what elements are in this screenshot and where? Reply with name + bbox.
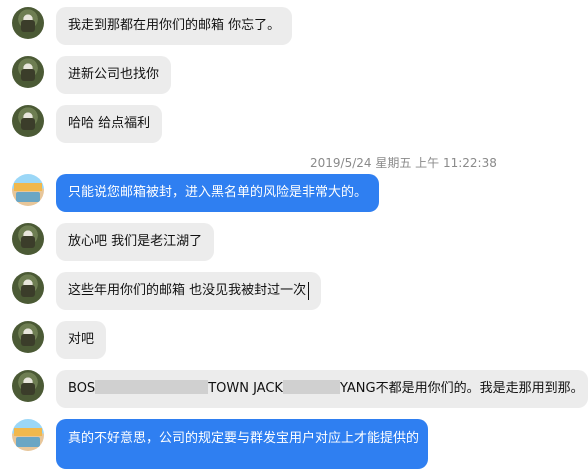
user-avatar-icon[interactable] (12, 223, 44, 255)
message-bubble[interactable]: 我走到那都在用你们的邮箱 你忘了。 (56, 7, 293, 45)
message-bubble[interactable]: BOS TOWN JACK YANG不都是用你们的。我是走那用到那。 (56, 370, 588, 408)
user-avatar-icon[interactable] (12, 7, 44, 39)
message-bubble[interactable]: 这些年用你们的邮箱 也没见我被封过一次 (56, 272, 322, 310)
user-avatar-icon[interactable] (12, 105, 44, 137)
redacted-text (282, 380, 340, 394)
message-bubble[interactable]: 对吧 (56, 321, 107, 359)
chat-window: 我走到那都在用你们的邮箱 你忘了。 进新公司也找你 哈哈 给点福利 2019/5… (0, 0, 588, 472)
message-bubble[interactable]: 进新公司也找你 (56, 56, 172, 94)
user-avatar-icon[interactable] (12, 370, 44, 402)
message-text-part: YANG不都是用你们的。我是走那用到那。 (339, 381, 584, 396)
redacted-text (95, 380, 209, 394)
service-avatar-icon[interactable] (12, 174, 44, 206)
message-bubble[interactable]: 只能说您邮箱被封，进入黑名单的风险是非常大的。 (56, 174, 380, 212)
message-timestamp: 2019/5/24 星期五 上午 11:22:38 (310, 156, 497, 170)
user-avatar-icon[interactable] (12, 272, 44, 304)
user-avatar-icon[interactable] (12, 56, 44, 88)
service-avatar-icon[interactable] (12, 419, 44, 451)
message-bubble[interactable]: 哈哈 给点福利 (56, 105, 163, 143)
message-bubble[interactable]: 放心吧 我们是老江湖了 (56, 223, 215, 261)
user-avatar-icon[interactable] (12, 321, 44, 353)
message-text-part: TOWN JACK (208, 381, 283, 396)
message-text-part: BOS (68, 381, 96, 396)
message-text: 这些年用你们的邮箱 也没见我被封过一次 (68, 283, 307, 298)
text-cursor (308, 281, 310, 300)
message-bubble[interactable]: 真的不好意思，公司的规定要与群发宝用户对应上才能提供的 (56, 419, 428, 469)
